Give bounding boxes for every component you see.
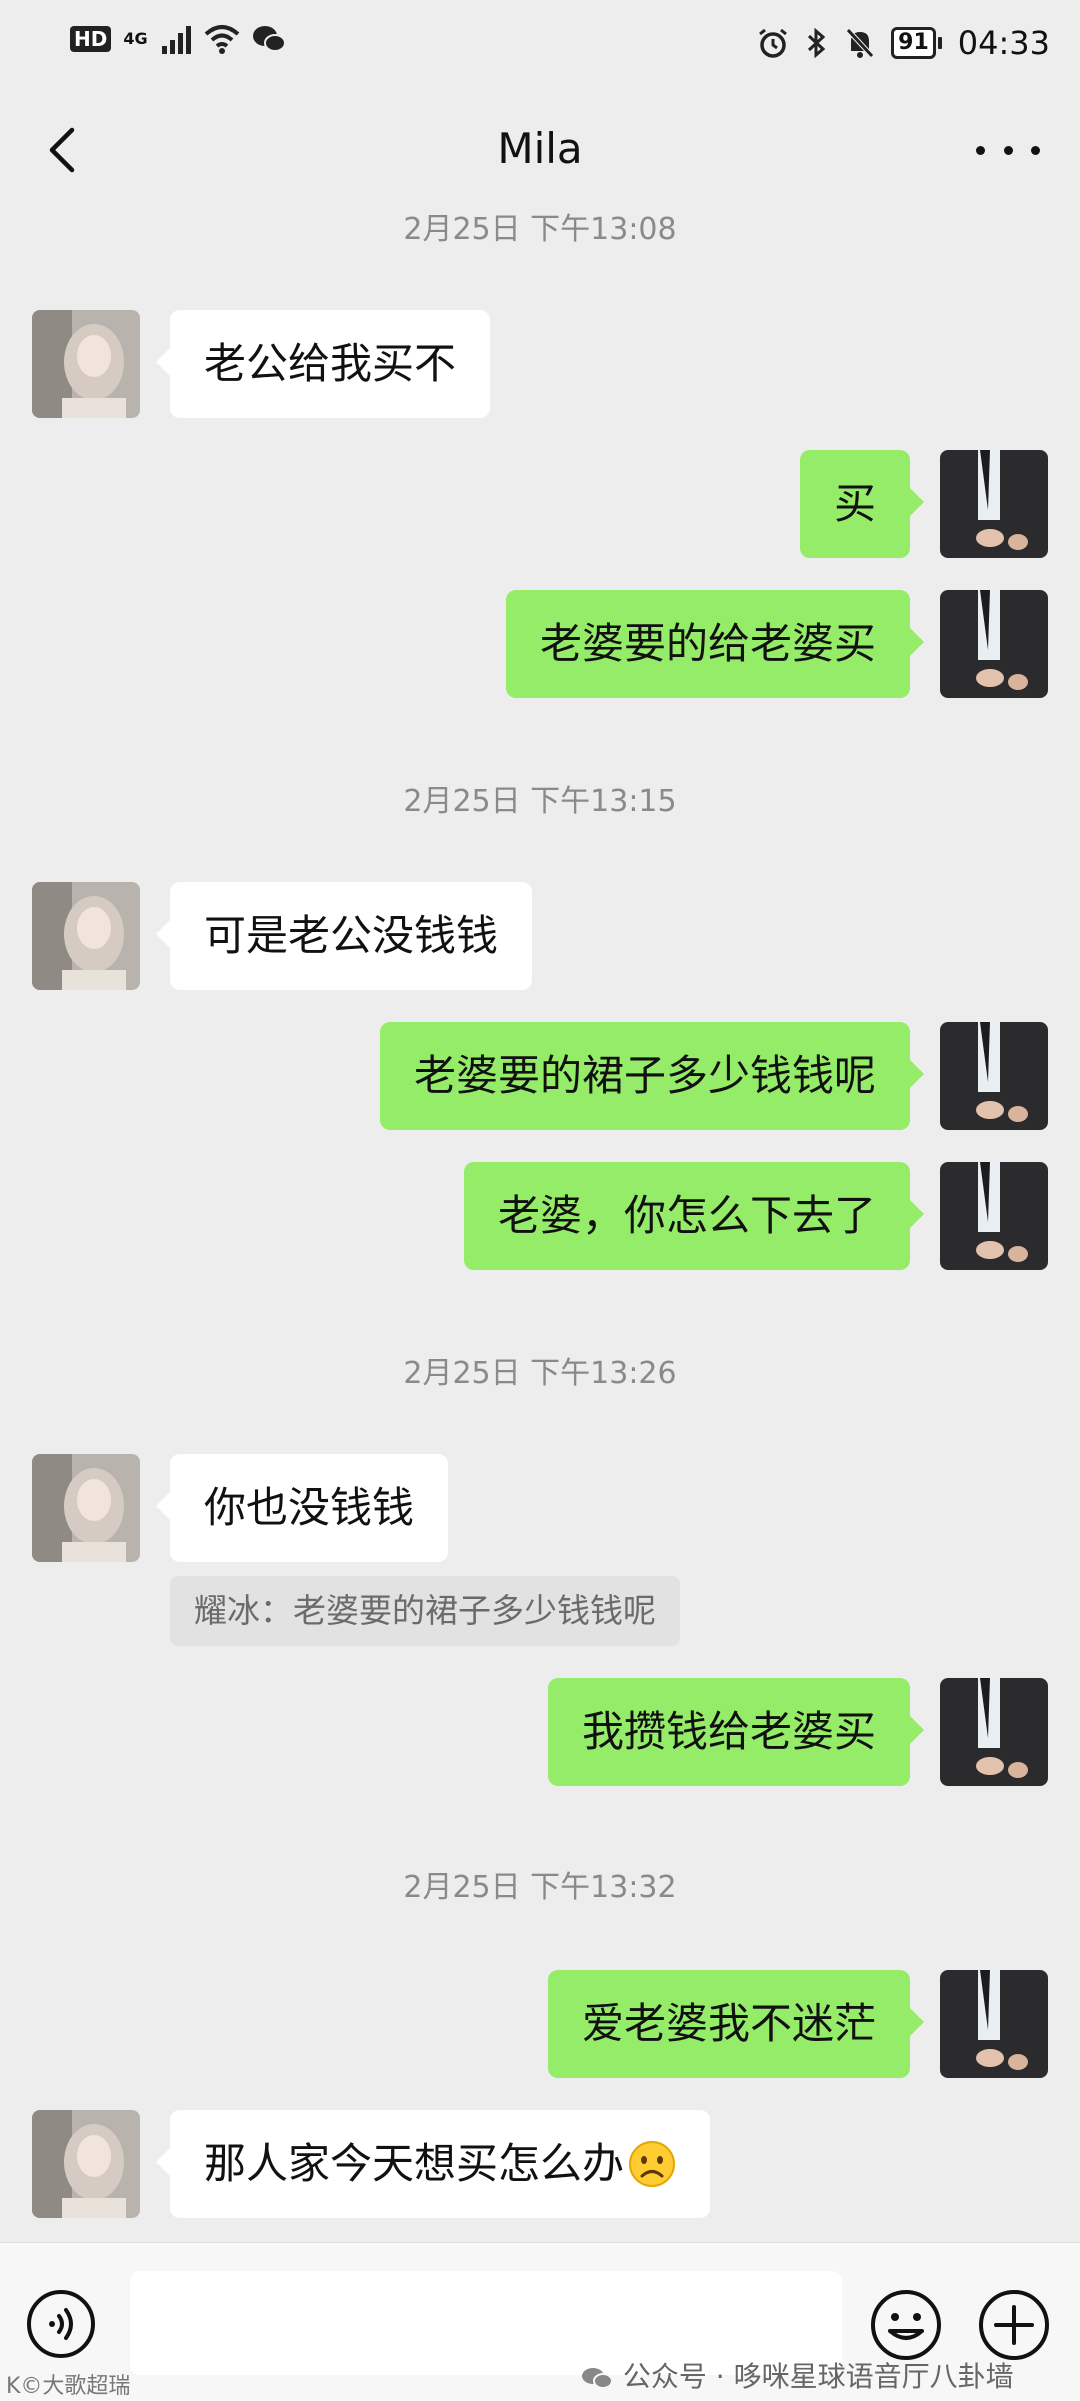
emoji-button[interactable] [870,2289,942,2361]
plus-icon [979,2290,1049,2360]
user-avatar[interactable] [940,1970,1048,2078]
more-functions-button[interactable] [978,2289,1050,2361]
mute-bell-icon [846,28,874,58]
corner-watermark: K©大歌超瑞 [6,2374,131,2399]
status-bar: HD 4G 91 04:33 [0,0,1080,92]
message-bubble[interactable]: 那人家今天想买怎么办 [155,2110,711,2218]
user-avatar[interactable] [940,1678,1048,1786]
message-row: 我攒钱给老婆买 [0,1678,1080,1788]
message-bubble[interactable]: 老婆，你怎么下去了 [463,1162,925,1270]
user-avatar[interactable] [940,450,1048,558]
frowning-face-icon [629,2140,676,2187]
message-bubble[interactable]: 可是老公没钱钱 [155,882,533,990]
wechat-icon [582,2368,613,2389]
timestamp: 2月25日 下午13:26 [403,1356,677,1391]
message-bubble[interactable]: 爱老婆我不迷茫 [547,1970,925,2078]
message-row: 老婆，你怎么下去了 [0,1162,1080,1272]
watermark: 公众号 · 哆咪星球语音厅八卦墙 [580,2355,1014,2395]
user-avatar[interactable] [940,590,1048,698]
message-row: 那人家今天想买怎么办 [0,2110,1080,2220]
message-row: 买 [0,450,1080,560]
message-row: 老公给我买不 [0,310,1080,420]
battery-tip [937,37,942,49]
message-bubble[interactable]: 老公给我买不 [155,310,491,418]
signal-icon [161,26,191,54]
user-avatar[interactable] [940,1022,1048,1130]
wechat-icon [252,26,286,52]
message-bubble[interactable]: 买 [799,450,925,558]
chat-title: Mila [497,124,583,173]
alarm-icon [759,28,788,58]
status-left: HD 4G [70,24,286,54]
message-bubble[interactable]: 我攒钱给老婆买 [547,1678,925,1786]
message-row: 你也没钱钱 [0,1454,1080,1564]
chat-messages[interactable]: 2月25日 下午13:08 老公给我买不 买 老婆要的给老婆买 2月25日 下午… [0,212,1080,2242]
message-bubble[interactable]: 老婆要的裙子多少钱钱呢 [379,1022,925,1130]
smiley-icon [871,2290,941,2360]
message-text: 那人家今天想买怎么办 [204,2139,625,2188]
status-right: 91 04:33 [757,24,1050,62]
contact-avatar[interactable] [32,882,140,990]
user-avatar[interactable] [940,1162,1048,1270]
bluetooth-icon [808,27,826,59]
clock: 04:33 [957,24,1050,62]
timestamp: 2月25日 下午13:32 [403,1870,677,1905]
more-options-button[interactable] [976,130,1040,170]
message-bubble[interactable]: 老婆要的给老婆买 [505,590,925,698]
voice-icon [27,2290,95,2358]
more-dot-icon [976,145,985,155]
watermark-text: 公众号 · 哆咪星球语音厅八卦墙 [622,2360,1014,2393]
message-row: 可是老公没钱钱 [0,882,1080,992]
message-bubble[interactable]: 你也没钱钱 [155,1454,449,1562]
contact-avatar[interactable] [32,310,140,418]
voice-input-button[interactable] [26,2289,96,2359]
more-dot-icon [1031,145,1040,155]
battery-level: 91 [891,27,936,59]
contact-avatar[interactable] [32,1454,140,1562]
battery-indicator: 91 [891,27,942,59]
chat-header: Mila [0,92,1080,212]
network-type: 4G [123,29,148,48]
more-dot-icon [1003,145,1013,155]
message-row: 老婆要的给老婆买 [0,590,1080,700]
timestamp: 2月25日 下午13:15 [403,784,677,819]
timestamp: 2月25日 下午13:08 [403,212,677,247]
contact-avatar[interactable] [32,2110,140,2218]
quoted-reply[interactable]: 耀冰：老婆要的裙子多少钱钱呢 [170,1576,680,1646]
message-row: 老婆要的裙子多少钱钱呢 [0,1022,1080,1132]
wifi-icon [204,25,239,54]
hd-icon: HD [70,26,112,52]
message-row: 爱老婆我不迷茫 [0,1970,1080,2080]
